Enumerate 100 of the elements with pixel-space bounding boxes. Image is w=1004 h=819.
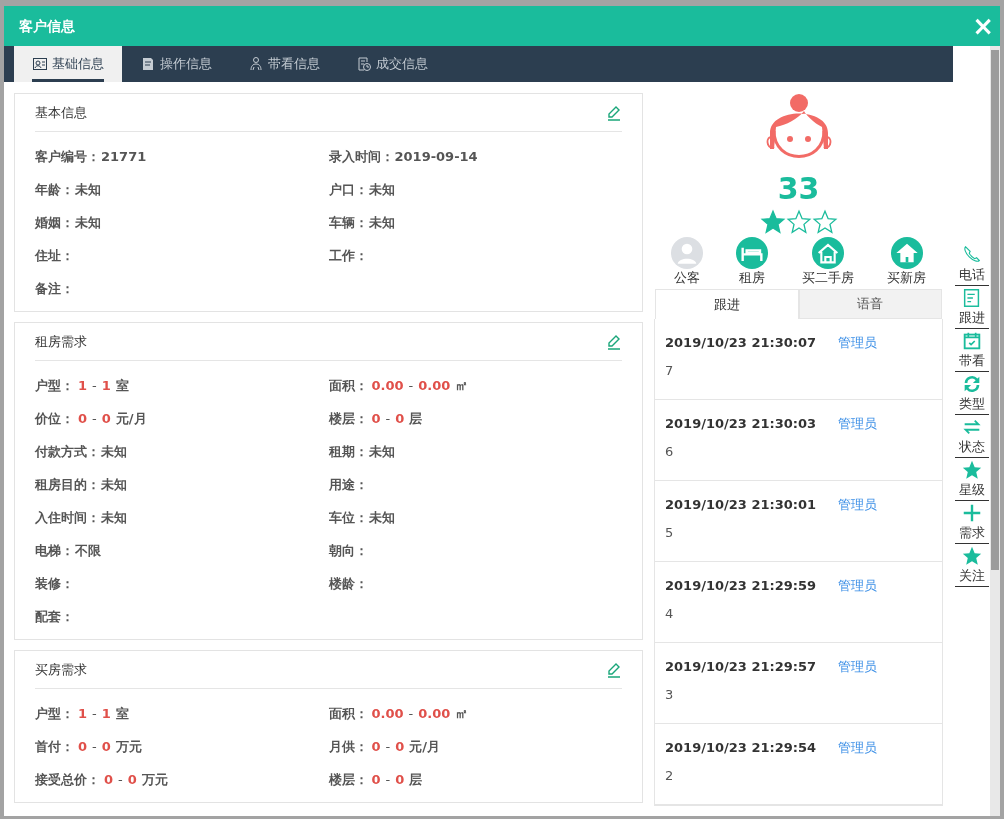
category-item[interactable]: 租房: [736, 237, 769, 287]
user-link[interactable]: 管理员: [838, 576, 878, 596]
field-value: 0.00 - 0.00 ㎡: [371, 704, 469, 723]
field-value: 未知: [101, 508, 127, 527]
followup-time: 2019/10/23 21:29:57: [665, 658, 817, 676]
user-link[interactable]: 管理员: [838, 414, 878, 434]
field-label: 装修：: [35, 574, 74, 593]
field-label: 户口：: [328, 180, 368, 199]
field-label: 楼层：: [328, 409, 368, 428]
followup-note: 6: [665, 442, 674, 461]
field-label: 配套：: [35, 607, 74, 626]
sidebar-action[interactable]: 类型: [954, 373, 989, 415]
sidebar-action[interactable]: 带看: [954, 330, 989, 372]
section-title: 基本信息: [35, 103, 87, 122]
scrollbar[interactable]: [990, 46, 1000, 816]
field-label: 备注：: [35, 279, 74, 298]
field-label: 租房目的：: [35, 475, 100, 494]
followup-time: 2019/10/23 21:29:59: [665, 577, 817, 595]
field-label: 年龄：: [35, 180, 74, 199]
field-label: 接受总价：: [35, 770, 100, 789]
followup-time: 2019/10/23 21:29:54: [665, 739, 817, 757]
tab-icon: [140, 56, 156, 72]
field-label: 朝向：: [328, 541, 368, 560]
field-label: 住址：: [35, 246, 74, 265]
field-value: 0 - 0 层: [371, 409, 423, 428]
user-link[interactable]: 管理员: [838, 738, 878, 758]
field-value: 未知: [368, 180, 395, 199]
field-label: 客户编号：: [35, 147, 100, 166]
field-value: 0 - 0 万元: [104, 770, 168, 789]
field-value: 未知: [368, 442, 395, 461]
field-label: 婚姻：: [35, 213, 74, 232]
category-item[interactable]: 买新房: [887, 237, 927, 287]
field-value: 0.00 - 0.00 ㎡: [371, 376, 469, 395]
sidebar-action[interactable]: 关注: [954, 545, 989, 587]
field-label: 楼层：: [328, 770, 368, 789]
category-item[interactable]: 公客: [670, 237, 703, 287]
field-value: 21771: [101, 147, 147, 166]
field-value: 未知: [101, 475, 127, 494]
field-value: 未知: [101, 442, 127, 461]
sidebar-action[interactable]: 跟进: [954, 287, 989, 329]
field-value: 1 - 1 室: [78, 704, 129, 723]
field-value: 未知: [368, 508, 395, 527]
field-label: 面积：: [328, 376, 368, 395]
section-title: 买房需求: [35, 660, 87, 679]
field-value: 未知: [368, 213, 395, 232]
field-value: 2019-09-14: [394, 147, 478, 166]
field-value: 不限: [75, 541, 101, 560]
sidebar-action[interactable]: 星级: [954, 459, 989, 501]
followup-note: 7: [665, 361, 674, 380]
sidebar-action[interactable]: 电话: [954, 244, 989, 286]
field-value: 0 - 0 万元: [78, 737, 142, 756]
tab-icon: [356, 56, 372, 72]
field-value: 未知: [75, 213, 101, 232]
tab[interactable]: 基础信息: [14, 46, 122, 82]
field-label: 付款方式：: [35, 442, 100, 461]
field-label: 租期：: [328, 442, 368, 461]
field-label: 月供：: [328, 737, 368, 756]
sidebar-action[interactable]: 状态: [954, 416, 989, 458]
edit-button[interactable]: [606, 104, 622, 121]
field-label: 面积：: [328, 704, 368, 723]
field-label: 车辆：: [328, 213, 368, 232]
followup-time: 2019/10/23 21:30:03: [665, 415, 817, 433]
user-link[interactable]: 管理员: [838, 495, 878, 515]
section-title: 租房需求: [35, 332, 87, 351]
tab-icon: [32, 56, 48, 72]
field-label: 电梯：: [35, 541, 74, 560]
field-label: 用途：: [328, 475, 368, 494]
customer-score: 33: [777, 171, 820, 207]
followup-note: 2: [665, 766, 674, 785]
followup-time: 2019/10/23 21:30:01: [665, 496, 817, 514]
field-label: 户型：: [35, 376, 74, 395]
sidebar-action[interactable]: 需求: [954, 502, 989, 544]
field-value: 1 - 1 室: [78, 376, 129, 395]
field-label: 价位：: [35, 409, 74, 428]
field-label: 户型：: [35, 704, 74, 723]
field-value: 0 - 0 元/月: [371, 737, 441, 756]
followup-time: 2019/10/23 21:30:07: [665, 334, 817, 352]
tab[interactable]: 跟进: [655, 289, 799, 319]
field-label: 入住时间：: [35, 508, 100, 527]
tab[interactable]: 操作信息: [122, 46, 230, 82]
field-label: 楼龄：: [328, 574, 368, 593]
field-label: 首付：: [35, 737, 74, 756]
followup-note: 5: [665, 523, 674, 542]
window-title: 客户信息: [19, 16, 75, 36]
field-value: 0 - 0 元/月: [78, 409, 147, 428]
tab[interactable]: 带看信息: [230, 46, 338, 82]
followup-note: 4: [665, 604, 674, 623]
field-label: 工作：: [328, 246, 368, 265]
edit-button[interactable]: [606, 333, 622, 350]
tab[interactable]: 成交信息: [338, 46, 446, 82]
field-value: 未知: [75, 180, 101, 199]
followup-note: 3: [665, 685, 674, 704]
category-item[interactable]: 买二手房: [801, 237, 854, 287]
user-link[interactable]: 管理员: [838, 657, 878, 677]
tab[interactable]: 语音: [798, 289, 942, 319]
field-label: 车位：: [328, 508, 368, 527]
tab-icon: [248, 56, 264, 72]
edit-button[interactable]: [606, 661, 622, 678]
user-link[interactable]: 管理员: [838, 333, 878, 353]
field-label: 录入时间：: [328, 147, 394, 166]
